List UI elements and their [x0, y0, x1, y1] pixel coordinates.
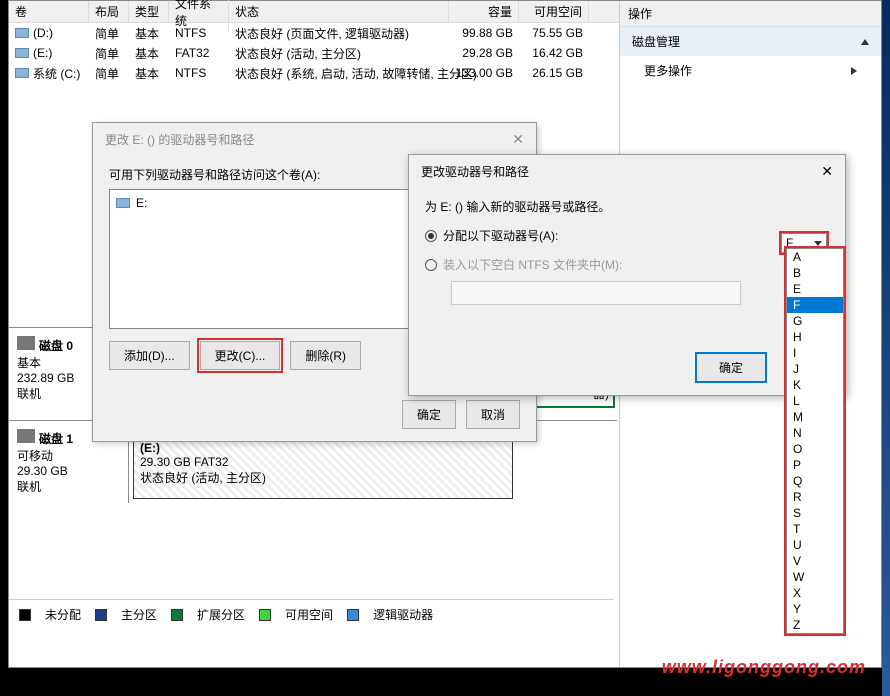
- disk-icon: [17, 429, 35, 443]
- part-status: 状态良好 (活动, 主分区): [140, 471, 266, 485]
- cancel-button[interactable]: 取消: [466, 400, 520, 429]
- dropdown-item-E[interactable]: E: [787, 281, 843, 297]
- col-status[interactable]: 状态: [229, 1, 449, 22]
- legend-unalloc-icon: [19, 609, 31, 621]
- dropdown-item-M[interactable]: M: [787, 409, 843, 425]
- change-button[interactable]: 更改(C)...: [200, 341, 281, 370]
- dropdown-item-K[interactable]: K: [787, 377, 843, 393]
- dropdown-item-O[interactable]: O: [787, 441, 843, 457]
- actions-title: 操作: [620, 1, 881, 27]
- dropdown-item-Y[interactable]: Y: [787, 601, 843, 617]
- drive-icon: [15, 68, 29, 78]
- vol-name: 系统 (C:): [33, 65, 80, 82]
- dialog1-title: 更改 E: () 的驱动器号和路径: [105, 131, 254, 148]
- legend: 未分配 主分区 扩展分区 可用空间 逻辑驱动器: [9, 599, 614, 629]
- legend-primary-icon: [95, 609, 107, 621]
- dropdown-item-I[interactable]: I: [787, 345, 843, 361]
- dropdown-item-X[interactable]: X: [787, 585, 843, 601]
- col-layout[interactable]: 布局: [89, 1, 129, 22]
- dropdown-item-S[interactable]: S: [787, 505, 843, 521]
- actions-more[interactable]: 更多操作: [620, 56, 881, 85]
- disk1-type: 可移动: [17, 447, 120, 464]
- dropdown-item-A[interactable]: A: [787, 249, 843, 265]
- change-letter-path-dialog: 更改驱动器号和路径 ✕ 为 E: () 输入新的驱动器号或路径。 分配以下驱动器…: [408, 154, 846, 396]
- drive-icon: [116, 198, 130, 208]
- disk0-title: 磁盘 0: [39, 339, 73, 353]
- dropdown-item-B[interactable]: B: [787, 265, 843, 281]
- legend-extended-icon: [171, 609, 183, 621]
- ok-button[interactable]: 确定: [402, 400, 456, 429]
- dropdown-item-N[interactable]: N: [787, 425, 843, 441]
- dialog2-prompt: 为 E: () 输入新的驱动器号或路径。: [425, 198, 829, 215]
- disk1-status: 联机: [17, 478, 120, 495]
- legend-logical-icon: [347, 609, 359, 621]
- dropdown-item-U[interactable]: U: [787, 537, 843, 553]
- dropdown-item-P[interactable]: P: [787, 457, 843, 473]
- dialog2-title: 更改驱动器号和路径: [421, 163, 529, 180]
- actions-disk-mgmt[interactable]: 磁盘管理: [620, 27, 881, 56]
- disk1-title: 磁盘 1: [39, 432, 73, 446]
- drive-letter-dropdown[interactable]: ABEFGHIJKLMNOPQRSTUVWXYZ: [786, 248, 844, 634]
- part-name: (E:): [140, 441, 160, 455]
- watermark: www.ligonggong.com: [662, 657, 866, 678]
- ok-button[interactable]: 确定: [695, 352, 767, 383]
- dropdown-item-H[interactable]: H: [787, 329, 843, 345]
- disk-icon: [17, 336, 35, 350]
- radio-icon: [425, 259, 437, 271]
- dropdown-item-T[interactable]: T: [787, 521, 843, 537]
- chevron-down-icon: [814, 241, 822, 246]
- remove-button[interactable]: 删除(R): [290, 341, 361, 370]
- vol-name: (E:): [33, 46, 52, 60]
- dropdown-item-J[interactable]: J: [787, 361, 843, 377]
- dropdown-item-Z[interactable]: Z: [787, 617, 843, 633]
- drive-icon: [15, 28, 29, 38]
- col-volume[interactable]: 卷: [9, 1, 89, 22]
- col-free[interactable]: 可用空间: [519, 1, 589, 22]
- close-icon[interactable]: ✕: [512, 131, 524, 148]
- dropdown-item-V[interactable]: V: [787, 553, 843, 569]
- arrow-right-icon: [851, 67, 857, 75]
- dropdown-item-F[interactable]: F: [787, 297, 843, 313]
- dropdown-item-W[interactable]: W: [787, 569, 843, 585]
- drive-icon: [15, 48, 29, 58]
- col-capacity[interactable]: 容量: [449, 1, 519, 22]
- dropdown-item-L[interactable]: L: [787, 393, 843, 409]
- add-button[interactable]: 添加(D)...: [109, 341, 190, 370]
- close-icon[interactable]: ✕: [821, 163, 833, 180]
- folder-path-input: [451, 281, 741, 305]
- radio-icon: [425, 230, 437, 242]
- radio-assign-letter[interactable]: 分配以下驱动器号(A):: [425, 223, 829, 248]
- disk1-size: 29.30 GB: [17, 464, 120, 478]
- dropdown-item-R[interactable]: R: [787, 489, 843, 505]
- vol-name: (D:): [33, 26, 53, 40]
- collapse-icon: [861, 39, 869, 45]
- part-info: 29.30 GB FAT32: [140, 455, 229, 469]
- dropdown-item-Q[interactable]: Q: [787, 473, 843, 489]
- radio-mount-folder[interactable]: 装入以下空白 NTFS 文件夹中(M):: [425, 252, 829, 277]
- col-type[interactable]: 类型: [129, 1, 169, 22]
- legend-free-icon: [259, 609, 271, 621]
- dropdown-item-G[interactable]: G: [787, 313, 843, 329]
